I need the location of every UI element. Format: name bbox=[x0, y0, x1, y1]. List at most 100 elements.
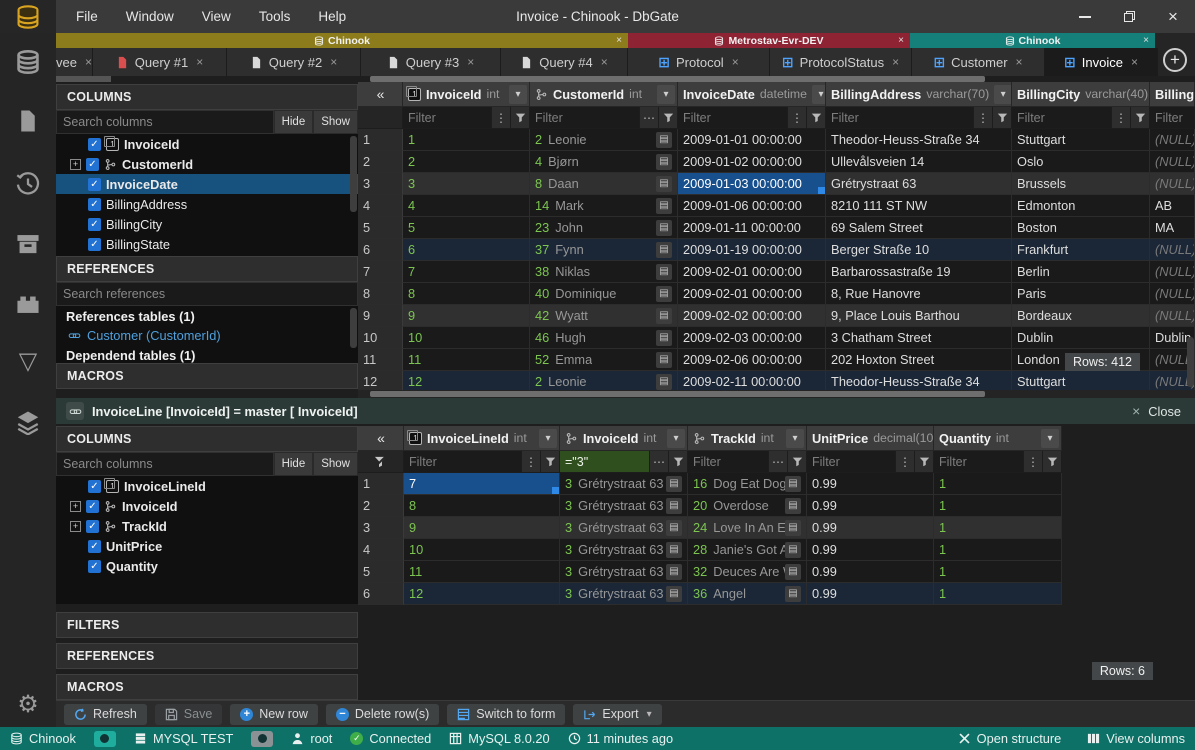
filter-invoiceid[interactable]: ⋮ bbox=[403, 107, 530, 129]
new-tab-button[interactable]: + bbox=[1163, 48, 1187, 72]
funnel-icon[interactable] bbox=[658, 107, 677, 128]
connection-color-chip[interactable] bbox=[251, 731, 273, 747]
minimize-button[interactable] bbox=[1063, 0, 1107, 33]
filter-customerid[interactable]: ⋯ bbox=[530, 107, 678, 129]
columns-section-header[interactable]: COLUMNS bbox=[56, 426, 358, 452]
column-item-quantity[interactable]: ✓ Quantity bbox=[56, 556, 358, 576]
macros-section-header[interactable]: MACROS bbox=[56, 674, 358, 700]
table-row[interactable]: 5 5 23John▤ 2009-01-11 00:00:00 69 Salem… bbox=[358, 217, 1195, 239]
filter-invoicelineid[interactable]: ⋮ bbox=[404, 451, 560, 473]
column-item-billingaddress[interactable]: ✓ BillingAddress bbox=[56, 194, 358, 214]
restore-button[interactable] bbox=[1107, 0, 1151, 33]
checkbox-checked[interactable]: ✓ bbox=[88, 178, 101, 191]
selected-cell[interactable]: 2009-01-03 00:00:00 bbox=[678, 173, 826, 195]
column-item-invoicedate[interactable]: ✓ InvoiceDate bbox=[56, 174, 358, 194]
databases-icon[interactable] bbox=[0, 49, 56, 75]
column-item-customerid[interactable]: + ✓ CustomerId bbox=[56, 154, 358, 174]
table-row[interactable]: 4 10 3Grétrystraat 63▤ 28Janie's Got A G… bbox=[358, 539, 1062, 561]
checkbox-checked[interactable]: ✓ bbox=[86, 500, 99, 513]
column-menu-chevron-icon[interactable]: ▾ bbox=[667, 429, 685, 448]
connection-group-metrostav[interactable]: Metrostav-Evr-DEV× bbox=[628, 33, 910, 48]
close-tab-icon[interactable]: × bbox=[732, 55, 739, 69]
funnel-icon[interactable] bbox=[1130, 107, 1149, 128]
hide-button[interactable]: Hide bbox=[274, 110, 314, 134]
vertical-scrollbar[interactable] bbox=[1187, 337, 1194, 387]
open-lookup-icon[interactable]: ▤ bbox=[785, 498, 801, 514]
checkbox-checked[interactable]: ✓ bbox=[88, 238, 101, 251]
close-tab-icon[interactable]: × bbox=[1131, 55, 1138, 69]
filter-billingcity[interactable]: ⋮ bbox=[1012, 107, 1150, 129]
open-lookup-icon[interactable]: ▤ bbox=[785, 586, 801, 602]
open-lookup-icon[interactable]: ▤ bbox=[666, 564, 682, 580]
table-row[interactable]: 7 7 38Niklas▤ 2009-02-01 00:00:00 Barbar… bbox=[358, 261, 1195, 283]
open-lookup-icon[interactable]: ▤ bbox=[656, 176, 672, 192]
columns-section-header[interactable]: COLUMNS bbox=[56, 84, 358, 110]
tab-query-1[interactable]: Query #1× bbox=[93, 48, 227, 76]
funnel-icon[interactable] bbox=[540, 451, 559, 472]
tab-customer[interactable]: ⊞Customer× bbox=[912, 48, 1045, 76]
checkbox-checked[interactable]: ✓ bbox=[86, 158, 99, 171]
column-header-invoicedate[interactable]: InvoiceDatedatetime ▾ bbox=[678, 82, 826, 107]
column-item-billingcity[interactable]: ✓ BillingCity bbox=[56, 214, 358, 234]
open-lookup-icon[interactable]: ▤ bbox=[666, 476, 682, 492]
close-group-icon[interactable]: × bbox=[616, 35, 622, 46]
column-item-billingstate[interactable]: ✓ BillingState bbox=[56, 234, 358, 254]
column-item-unitprice[interactable]: ✓ UnitPrice bbox=[56, 536, 358, 556]
column-header-billingaddress[interactable]: BillingAddressvarchar(70) ▾ bbox=[826, 82, 1012, 107]
open-lookup-icon[interactable]: ▤ bbox=[656, 330, 672, 346]
table-row[interactable]: 5 11 3Grétrystraat 63▤ 32Deuces Are Wild… bbox=[358, 561, 1062, 583]
column-header-invoicelineid[interactable]: 1 InvoiceLineIdint ▾ bbox=[404, 426, 560, 451]
open-lookup-icon[interactable]: ▤ bbox=[656, 132, 672, 148]
table-row[interactable]: 6 6 37Fynn▤ 2009-01-19 00:00:00 Berger S… bbox=[358, 239, 1195, 261]
tab-query-3[interactable]: Query #3× bbox=[361, 48, 501, 76]
close-tab-icon[interactable]: × bbox=[85, 55, 92, 69]
column-header-customerid[interactable]: CustomerIdint ▾ bbox=[530, 82, 678, 107]
close-detail-button[interactable]: ×Close bbox=[1132, 403, 1181, 419]
close-tab-icon[interactable]: × bbox=[467, 55, 474, 69]
ellipsis-icon[interactable]: ⋯ bbox=[649, 451, 668, 472]
kebab-menu-icon[interactable]: ⋮ bbox=[491, 107, 510, 128]
filters-section-header[interactable]: FILTERS bbox=[56, 612, 358, 638]
show-button[interactable]: Show bbox=[313, 110, 358, 134]
open-lookup-icon[interactable]: ▤ bbox=[656, 264, 672, 280]
table-row[interactable]: 6 12 3Grétrystraat 63▤ 36Angel▤ 0.99 1 bbox=[358, 583, 1062, 605]
status-database[interactable]: Chinook bbox=[10, 731, 76, 746]
close-group-icon[interactable]: × bbox=[898, 35, 904, 46]
tab-scrollbar-segment[interactable] bbox=[56, 76, 111, 82]
close-tab-icon[interactable]: × bbox=[601, 55, 608, 69]
search-references-input[interactable] bbox=[56, 282, 358, 306]
horizontal-scrollbar[interactable] bbox=[358, 390, 1195, 398]
close-tab-icon[interactable]: × bbox=[196, 55, 203, 69]
column-item-trackid[interactable]: + ✓ TrackId bbox=[56, 516, 358, 536]
kebab-menu-icon[interactable]: ⋮ bbox=[1023, 451, 1042, 472]
filter-billingstate[interactable] bbox=[1150, 107, 1195, 129]
open-lookup-icon[interactable]: ▤ bbox=[656, 374, 672, 390]
panel-scrollbar[interactable] bbox=[350, 136, 357, 212]
menu-view[interactable]: View bbox=[190, 5, 243, 28]
open-lookup-icon[interactable]: ▤ bbox=[785, 564, 801, 580]
expand-icon[interactable]: + bbox=[70, 521, 81, 532]
view-columns-button[interactable]: View columns bbox=[1087, 731, 1185, 746]
table-row[interactable]: 1 1 2Leonie▤ 2009-01-01 00:00:00 Theodor… bbox=[358, 129, 1195, 151]
reference-customer-link[interactable]: Customer (CustomerId) bbox=[56, 326, 358, 345]
history-icon[interactable] bbox=[0, 171, 56, 197]
new-row-button[interactable]: +New row bbox=[230, 704, 318, 725]
menu-window[interactable]: Window bbox=[114, 5, 186, 28]
open-lookup-icon[interactable]: ▤ bbox=[666, 542, 682, 558]
macros-section-header[interactable]: MACROS bbox=[56, 363, 358, 389]
search-columns-input[interactable] bbox=[56, 110, 274, 134]
open-lookup-icon[interactable]: ▤ bbox=[656, 242, 672, 258]
column-header-invoiceid[interactable]: 1 InvoiceIdint ▾ bbox=[403, 82, 530, 107]
open-lookup-icon[interactable]: ▤ bbox=[785, 542, 801, 558]
kebab-menu-icon[interactable]: ⋮ bbox=[895, 451, 914, 472]
column-item-invoiceid[interactable]: + ✓ InvoiceId bbox=[56, 496, 358, 516]
open-lookup-icon[interactable]: ▤ bbox=[785, 520, 801, 536]
selected-cell[interactable]: 7 bbox=[404, 473, 560, 495]
ellipsis-icon[interactable]: ⋯ bbox=[768, 451, 787, 472]
files-icon[interactable] bbox=[0, 109, 56, 133]
open-lookup-icon[interactable]: ▤ bbox=[656, 286, 672, 302]
funnel-icon[interactable] bbox=[914, 451, 933, 472]
hide-button[interactable]: Hide bbox=[274, 452, 314, 476]
funnel-icon[interactable] bbox=[668, 451, 687, 472]
filter-unitprice[interactable]: ⋮ bbox=[807, 451, 934, 473]
